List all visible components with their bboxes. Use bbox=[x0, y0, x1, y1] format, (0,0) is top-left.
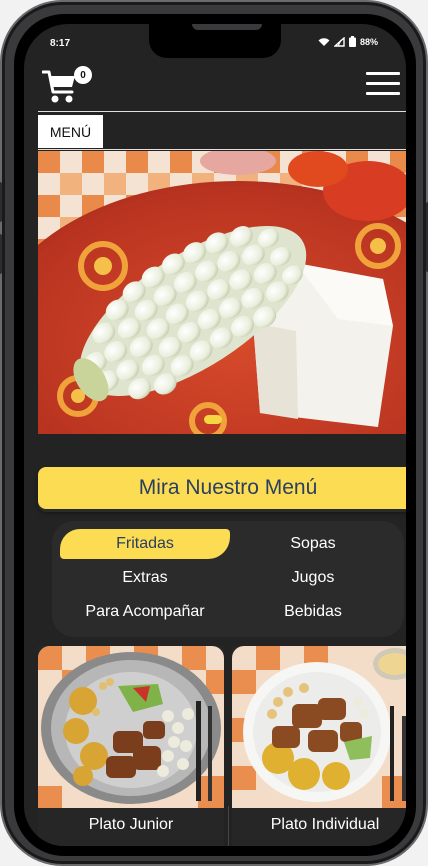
status-time: 8:17 bbox=[50, 38, 71, 49]
category-extras[interactable]: Extras bbox=[60, 563, 230, 593]
plato-junior-image bbox=[38, 646, 224, 808]
hero-carousel[interactable] bbox=[38, 151, 406, 434]
product-card[interactable]: Plato Individual bbox=[232, 646, 406, 846]
product-image bbox=[232, 646, 406, 808]
category-fritadas[interactable]: Fritadas bbox=[60, 529, 230, 559]
volume-up-button bbox=[0, 182, 2, 222]
category-selector: Fritadas Sopas Extras Jugos Para Acompañ… bbox=[52, 521, 404, 637]
product-grid: Plato Junior Plato Individual bbox=[38, 646, 406, 846]
hero-image bbox=[38, 151, 406, 434]
product-image bbox=[38, 646, 224, 808]
view-menu-button[interactable]: Mira Nuestro Menú bbox=[38, 467, 406, 509]
app-header: 0 bbox=[24, 62, 406, 112]
app-viewport: 8:17 88% 0 MENÚ Mira Nuestro Menú Fritad… bbox=[24, 24, 406, 846]
plato-individual-image bbox=[232, 646, 406, 808]
wifi-icon bbox=[318, 37, 330, 46]
shopping-cart-icon bbox=[41, 70, 75, 103]
volume-down-button bbox=[0, 234, 2, 274]
product-name: Plato Junior bbox=[88, 816, 174, 833]
cart-count-badge: 0 bbox=[74, 66, 92, 84]
battery-percent: 88% bbox=[359, 36, 378, 47]
hamburger-menu-button[interactable] bbox=[366, 72, 400, 98]
category-para-acompanar[interactable]: Para Acompañar bbox=[60, 597, 230, 627]
speaker-grille bbox=[192, 24, 262, 30]
battery-icon bbox=[348, 36, 356, 47]
category-sopas[interactable]: Sopas bbox=[228, 529, 398, 559]
status-icons: 88% bbox=[318, 36, 378, 47]
cart-button[interactable]: 0 bbox=[41, 66, 92, 106]
nav-divider bbox=[38, 149, 406, 150]
card-separator bbox=[228, 806, 229, 846]
product-card[interactable]: Plato Junior bbox=[38, 646, 224, 846]
menu-tab[interactable]: MENÚ bbox=[38, 115, 103, 148]
header-divider bbox=[38, 111, 406, 112]
carousel-indicator[interactable] bbox=[204, 415, 222, 424]
screen: 8:17 88% 0 MENÚ Mira Nuestro Menú Fritad… bbox=[14, 14, 416, 856]
signal-icon bbox=[333, 36, 345, 47]
phone-frame: 8:17 88% 0 MENÚ Mira Nuestro Menú Fritad… bbox=[0, 0, 428, 866]
category-jugos[interactable]: Jugos bbox=[228, 563, 398, 593]
category-bebidas[interactable]: Bebidas bbox=[228, 597, 398, 627]
product-name: Plato Individual bbox=[270, 816, 380, 833]
